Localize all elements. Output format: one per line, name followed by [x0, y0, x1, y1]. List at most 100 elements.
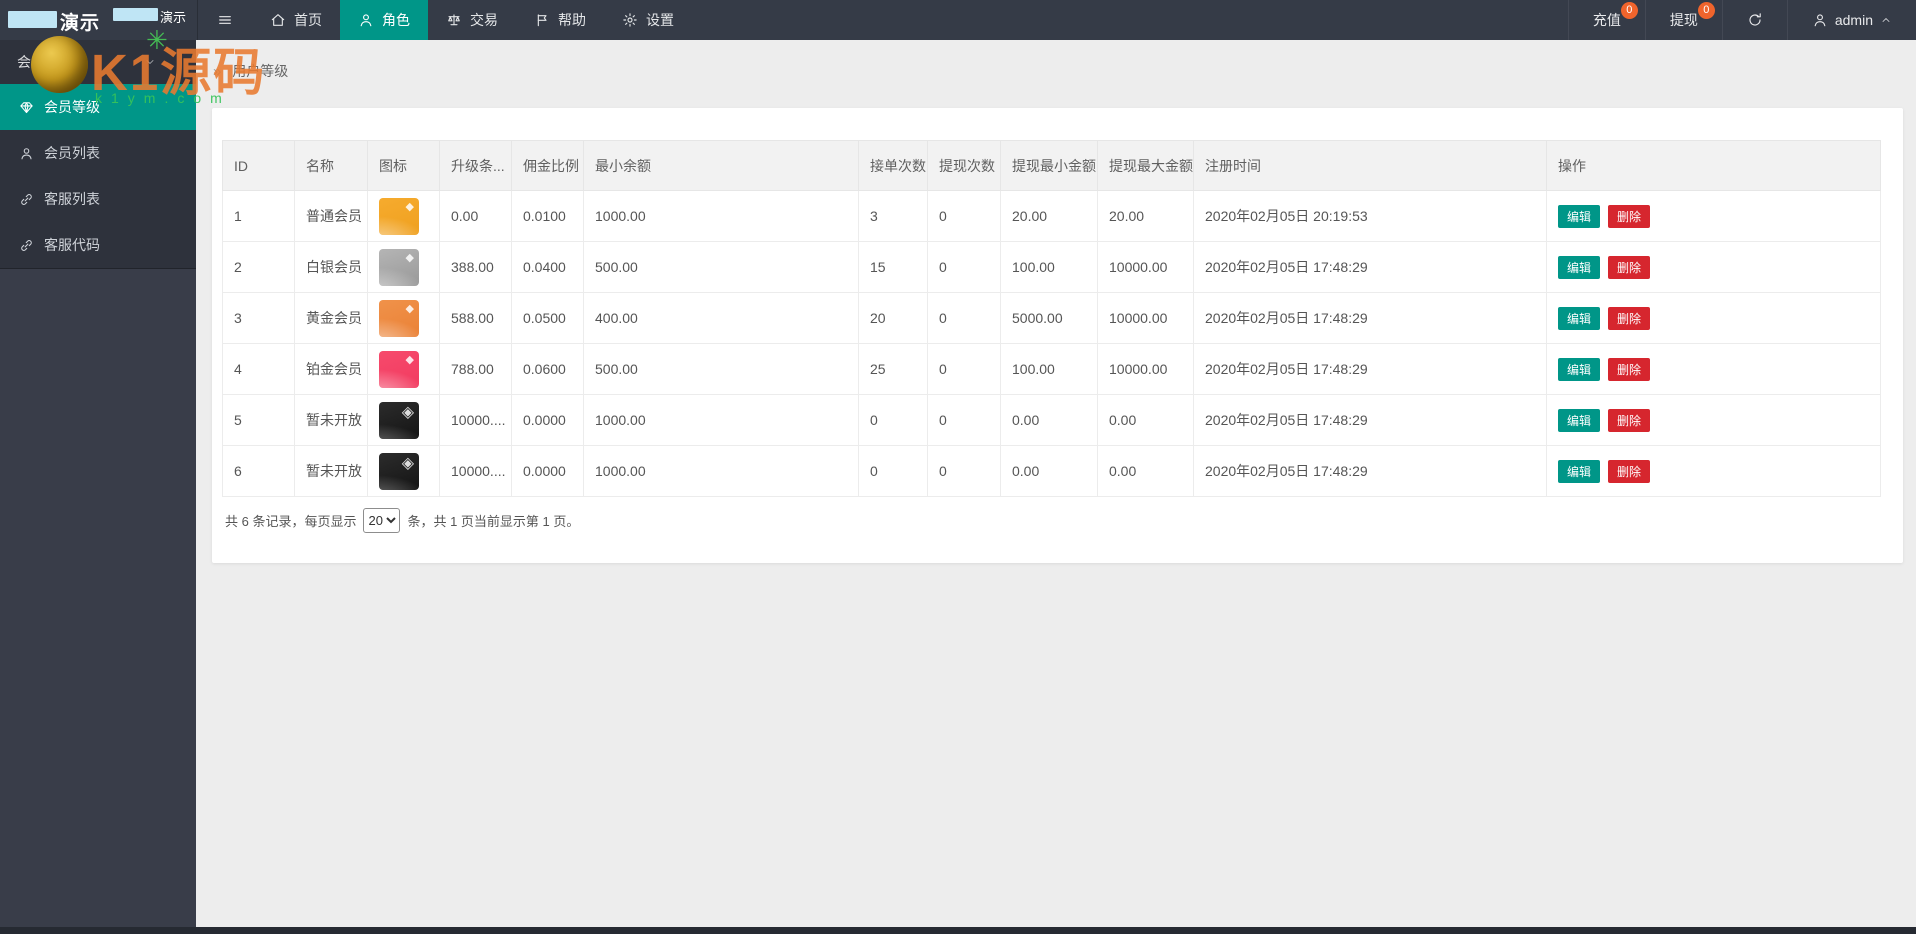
- chevron-up-icon: [1880, 14, 1892, 26]
- page-size-select[interactable]: 20: [363, 508, 401, 533]
- cell-orders: 20: [858, 292, 928, 344]
- cell-actions: 编辑 删除: [1546, 343, 1881, 395]
- sidebar-item-label: 客服列表: [44, 191, 100, 207]
- logo-title: 演示: [60, 13, 101, 34]
- cell-withdraw-min: 5000.00: [1000, 292, 1098, 344]
- cell-min-balance: 1000.00: [583, 445, 859, 497]
- sidebar-item-label: 会员等级: [44, 99, 100, 115]
- sidebar-item-service-list[interactable]: 客服列表: [0, 176, 196, 222]
- edit-button[interactable]: 编辑: [1558, 459, 1601, 483]
- cell-reg-time: 2020年02月05日 17:48:29: [1193, 241, 1547, 293]
- cell-name: 普通会员: [294, 190, 368, 242]
- delete-button[interactable]: 删除: [1608, 306, 1651, 330]
- cell-icon: [367, 445, 440, 497]
- cell-min-balance: 1000.00: [583, 190, 859, 242]
- edit-button[interactable]: 编辑: [1558, 357, 1601, 381]
- cell-actions: 编辑 删除: [1546, 394, 1881, 446]
- cell-reg-time: 2020年02月05日 17:48:29: [1193, 394, 1547, 446]
- tab-help[interactable]: 帮助: [516, 0, 604, 40]
- tab-label: 角色: [382, 12, 410, 28]
- cell-name: 暂未开放: [294, 394, 368, 446]
- cell-reg-time: 2020年02月05日 17:48:29: [1193, 292, 1547, 344]
- cell-upgrade: 0.00: [439, 190, 512, 242]
- cell-withdraw-count: 0: [927, 190, 1001, 242]
- cell-withdraw-min: 100.00: [1000, 343, 1098, 395]
- cell-commission: 0.0000: [511, 445, 584, 497]
- delete-button[interactable]: 删除: [1608, 204, 1651, 228]
- sidebar-item-member-level[interactable]: 会员等级: [0, 84, 196, 130]
- cell-orders: 0: [858, 394, 928, 446]
- cell-reg-time: 2020年02月05日 20:19:53: [1193, 190, 1547, 242]
- user-menu[interactable]: admin: [1786, 0, 1916, 40]
- home-icon: [270, 12, 286, 28]
- edit-button[interactable]: 编辑: [1558, 204, 1601, 228]
- sidebar-item-service-code[interactable]: 客服代码: [0, 222, 196, 268]
- cell-icon: [367, 292, 440, 344]
- cell-reg-time: 2020年02月05日 17:48:29: [1193, 343, 1547, 395]
- cell-id: 6: [222, 445, 295, 497]
- sidebar-item-member-list[interactable]: 会员列表: [0, 130, 196, 176]
- tab-roles[interactable]: 角色: [340, 0, 428, 40]
- logo[interactable]: 演示 演示: [0, 0, 198, 40]
- username: admin: [1834, 12, 1873, 28]
- cell-upgrade: 10000....: [439, 445, 512, 497]
- cell-upgrade: 788.00: [439, 343, 512, 395]
- table-row: 5暂未开放10000....0.00001000.00000.000.00202…: [222, 394, 1881, 446]
- cell-orders: 0: [858, 445, 928, 497]
- navbar-right: 充值 0 提现 0 admin: [1567, 0, 1916, 40]
- delete-button[interactable]: 删除: [1608, 459, 1651, 483]
- cell-withdraw-min: 100.00: [1000, 241, 1098, 293]
- cell-withdraw-count: 0: [927, 241, 1001, 293]
- sidebar-collapse-button[interactable]: [198, 0, 252, 40]
- cell-commission: 0.0500: [511, 292, 584, 344]
- chevron-down-icon: [144, 56, 156, 68]
- col-header: 提现最小金额: [1000, 140, 1098, 191]
- page: 演示 演示 首页 角色 交易 帮助 设置 充值 0 提现 0 admin 会员管…: [0, 0, 1916, 934]
- table-row: 4铂金会员 788.000.0600500.00250100.0010000.00…: [222, 343, 1881, 395]
- col-header: 接单次数: [858, 140, 928, 191]
- logo-title-mini: 演示: [160, 10, 187, 25]
- cell-withdraw-count: 0: [927, 445, 1001, 497]
- sidebar-group-member-management[interactable]: 会员管理: [0, 40, 196, 84]
- withdraw-button[interactable]: 提现 0: [1644, 0, 1722, 40]
- cell-withdraw-count: 0: [927, 394, 1001, 446]
- refresh-button[interactable]: [1721, 0, 1787, 40]
- cell-commission: 0.0000: [511, 394, 584, 446]
- edit-button[interactable]: 编辑: [1558, 255, 1601, 279]
- edit-button[interactable]: 编辑: [1558, 306, 1601, 330]
- cell-name: 黄金会员: [294, 292, 368, 344]
- delete-button[interactable]: 删除: [1608, 408, 1651, 432]
- pagination: 共 6 条记录，每页显示 20 条，共 1 页当前显示第 1 页。: [225, 508, 579, 533]
- cell-id: 3: [222, 292, 295, 344]
- delete-button[interactable]: 删除: [1608, 255, 1651, 279]
- gold-card-icon: [379, 197, 419, 235]
- cell-actions: 编辑 删除: [1546, 445, 1881, 497]
- col-header: 升级条...: [439, 140, 512, 191]
- cell-actions: 编辑 删除: [1546, 292, 1881, 344]
- cell-withdraw-max: 10000.00: [1097, 241, 1194, 293]
- edit-button[interactable]: 编辑: [1558, 408, 1601, 432]
- gem-icon: [19, 100, 34, 115]
- logo-image-mini: [113, 8, 158, 21]
- cell-min-balance: 500.00: [583, 343, 859, 395]
- withdraw-badge: 0: [1697, 2, 1715, 19]
- cell-commission: 0.0100: [511, 190, 584, 242]
- tab-trade[interactable]: 交易: [428, 0, 516, 40]
- recharge-button[interactable]: 充值 0: [1567, 0, 1645, 40]
- tab-home[interactable]: 首页: [252, 0, 340, 40]
- cell-withdraw-min: 0.00: [1000, 445, 1098, 497]
- delete-button[interactable]: 删除: [1608, 357, 1651, 381]
- bottom-strip: [0, 927, 1916, 934]
- cell-withdraw-min: 20.00: [1000, 190, 1098, 242]
- sidebar-item-label: 会员列表: [44, 145, 100, 161]
- cell-withdraw-max: 0.00: [1097, 394, 1194, 446]
- tab-settings[interactable]: 设置: [604, 0, 692, 40]
- cell-icon: [367, 343, 440, 395]
- col-header: 佣金比例: [511, 140, 584, 191]
- orange-card-icon: [379, 299, 419, 337]
- link-icon: [19, 192, 34, 207]
- col-header: 提现次数: [927, 140, 1001, 191]
- gear-icon: [622, 12, 638, 28]
- cell-reg-time: 2020年02月05日 17:48:29: [1193, 445, 1547, 497]
- user-icon: [1812, 12, 1828, 28]
